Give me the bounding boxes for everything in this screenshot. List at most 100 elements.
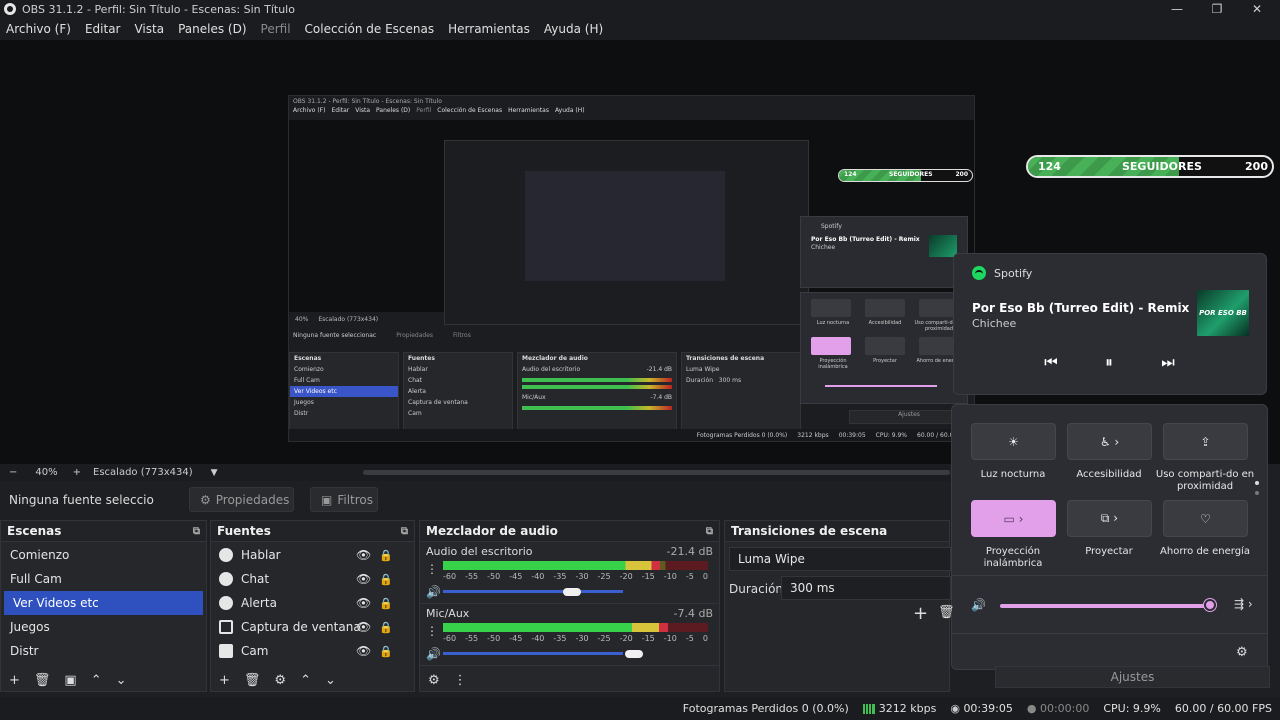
filter-icon: ▣ [321,492,333,507]
filters-label: Filtros [337,492,374,507]
nested-source: Hablar [408,366,428,373]
spotify-header: Spotify [972,266,1032,280]
menu-coleccion-escenas[interactable]: Colección de Escenas [305,22,435,36]
pause-icon[interactable]: ⏸ [1099,352,1119,372]
volume-fader[interactable] [443,652,623,655]
page-dot[interactable] [1255,491,1259,495]
eye-icon[interactable]: 👁 [356,572,371,586]
source-item-captura[interactable]: Captura de ventana 👁 🔒 [211,615,414,639]
menu-ayuda[interactable]: Ayuda (H) [544,22,603,36]
nested-mixer-ch2-db: -7.4 dB [650,394,672,401]
wireless-projection-toggle[interactable]: ▭ › [971,500,1056,537]
minimize-button[interactable]: — [1158,0,1196,18]
move-up-icon[interactable]: ⌃ [91,673,102,688]
lock-icon[interactable]: 🔒 [379,645,393,658]
trash-icon[interactable]: 🗑 [244,673,261,688]
trash-icon[interactable]: 🗑 [938,605,955,620]
nested-props: Propiedades [396,331,434,339]
eye-icon[interactable]: 👁 [356,620,371,634]
close-button[interactable]: ✕ [1238,0,1276,18]
speaker-icon[interactable]: 🔊 [426,647,441,661]
scene-item-distr[interactable]: Distr [1,639,206,663]
properties-button[interactable]: ⚙ Propiedades [189,487,294,512]
dock-undock-icon[interactable]: ⧉ [193,526,200,537]
maximize-button[interactable]: ❐ [1198,0,1236,18]
dock-undock-icon[interactable]: ⧉ [706,526,713,537]
lock-icon[interactable]: 🔒 [379,549,393,562]
nearby-sharing-toggle[interactable]: ⇪ [1163,423,1248,460]
duration-input[interactable]: 300 ms [781,576,951,600]
add-icon[interactable]: + [9,673,20,688]
zoom-out-button[interactable]: − [9,467,17,478]
night-light-toggle[interactable]: ☀ [971,423,1056,460]
eye-icon[interactable]: 👁 [356,644,371,658]
source-item-chat[interactable]: Chat 👁 🔒 [211,567,414,591]
previous-track-icon[interactable]: ⏮ [1041,352,1061,372]
speaker-icon[interactable]: 🔊 [426,585,441,599]
scene-item-ver-videos[interactable]: Ver Videos etc [4,591,203,615]
transition-select[interactable]: Luma Wipe [729,547,951,571]
filter-icon[interactable]: ▣ [64,673,76,688]
meter-tick: -55 [465,634,479,643]
trash-icon[interactable]: 🗑 [34,673,51,688]
filters-button[interactable]: ▣ Filtros [310,487,378,512]
eye-icon[interactable]: 👁 [356,596,371,610]
page-dot[interactable] [1255,481,1259,485]
next-track-icon[interactable]: ⏭ [1158,352,1178,372]
speaker-icon[interactable]: 🔊 [971,598,986,612]
audio-output-icon[interactable]: ⇶ › [1234,597,1253,611]
kebab-menu-icon[interactable]: ⋮ [426,562,438,576]
accessibility-toggle[interactable]: ♿ › [1067,423,1152,460]
zoom-in-button[interactable]: + [73,467,81,478]
source-item-hablar[interactable]: Hablar 👁 🔒 [211,543,414,567]
kebab-menu-icon[interactable]: ⋮ [426,624,438,638]
menu-vista[interactable]: Vista [134,22,164,36]
move-down-icon[interactable]: ⌄ [325,673,336,688]
volume-slider[interactable] [1000,604,1210,608]
nested-scenes-title: Escenas [294,355,322,362]
volume-fader-thumb[interactable] [625,650,643,658]
dock-undock-icon[interactable]: ⧉ [401,526,408,537]
scene-item-comienzo[interactable]: Comienzo [1,543,206,567]
energy-saver-toggle[interactable]: ♡ [1163,500,1248,537]
move-down-icon[interactable]: ⌄ [116,673,127,688]
scale-dropdown-icon[interactable]: ▼ [211,468,218,478]
eye-icon[interactable]: 👁 [356,548,371,562]
nested-trans-title: Transiciones de escena [686,355,765,362]
volume-fader[interactable] [443,590,623,593]
menu-perfil[interactable]: Perfil [261,22,291,36]
menu-herramientas[interactable]: Herramientas [448,22,530,36]
scene-item-full-cam[interactable]: Full Cam [1,567,206,591]
settings-button[interactable]: Ajustes [995,666,1270,688]
gear-icon[interactable]: ⚙ [428,673,440,688]
meter-tick: -45 [509,634,523,643]
source-item-cam[interactable]: Cam 👁 🔒 [211,639,414,663]
nested-duration-value: 300 ms [718,377,742,384]
volume-slider-thumb[interactable] [1204,599,1216,611]
camera-icon [219,644,233,658]
record-icon: ◉ [950,702,964,715]
title-bar: OBS 31.1.2 - Perfil: Sin Título - Escena… [0,0,1280,18]
gear-icon[interactable]: ⚙ [274,673,286,688]
lock-icon[interactable]: 🔒 [379,621,393,634]
project-toggle[interactable]: ⧉ › [1067,500,1152,537]
add-icon[interactable]: + [219,673,230,688]
mixer-channel-desktop: Audio del escritorio -21.4 dB ⋮ -60 -55 -5… [420,542,719,604]
preview-scrollbar[interactable] [363,470,950,475]
nested-status-cpu: CPU: 9.9% [875,431,908,439]
lock-icon[interactable]: 🔒 [379,573,393,586]
qs-mini-tile [865,337,905,355]
source-item-alerta[interactable]: Alerta 👁 🔒 [211,591,414,615]
gear-icon[interactable]: ⚙ [1236,645,1248,660]
kebab-menu-icon[interactable]: ⋮ [454,673,467,688]
move-up-icon[interactable]: ⌃ [300,673,311,688]
lock-icon[interactable]: 🔒 [379,597,393,610]
volume-fader-thumb[interactable] [563,588,581,596]
scene-item-juegos[interactable]: Juegos [1,615,206,639]
meter-tick: -5 [685,572,694,581]
menu-paneles[interactable]: Paneles (D) [178,22,246,36]
menu-archivo[interactable]: Archivo (F) [6,22,71,36]
menu-editar[interactable]: Editar [85,22,121,36]
meter-tick: -60 [443,634,457,643]
add-transition-button[interactable]: + [913,603,928,624]
